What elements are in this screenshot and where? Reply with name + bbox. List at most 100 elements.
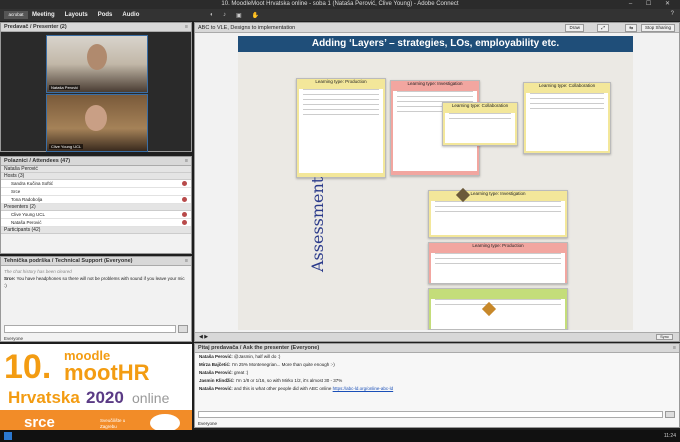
webcam-name: Nataša Perović (49, 85, 81, 90)
chat-text: great :) (234, 370, 249, 375)
previous-icon[interactable]: ◀ (199, 334, 203, 340)
attendee-name: Srce (11, 189, 21, 194)
chat-author: Nataša Perović: (199, 354, 233, 359)
active-speaker: Nataša Perović (1, 166, 191, 173)
presenters-group[interactable]: Presenters (2) (1, 204, 191, 211)
attendee-row[interactable]: Srce (1, 188, 191, 196)
attendee-row[interactable]: Clive Young UCL (1, 211, 191, 219)
handwritten-assessment: Assessment (308, 176, 327, 272)
window-titlebar: 10. MoodleMoot Hrvatska online - soba 1 … (0, 0, 680, 9)
learning-card: Learning type: Collaboration (442, 102, 518, 146)
help-icon[interactable]: ? (671, 11, 674, 17)
attendee-row[interactable]: Nataša Perović (1, 219, 191, 227)
ask-pod-header: Pitaj predavača / Ask the presenter (Eve… (195, 344, 679, 353)
card-title: Learning type: Production (315, 79, 367, 84)
attendees-pod-title: Polaznici / Attendees (47) (4, 158, 71, 164)
card-body (445, 113, 515, 143)
share-bottom-bar: ◀ ▶ Sync (195, 332, 679, 341)
card-body (526, 93, 608, 151)
support-pod-title: Tehnička podrška / Technical Support (Ev… (4, 258, 133, 264)
sync-button[interactable]: Sync (656, 334, 673, 340)
microphone-icon (182, 220, 187, 225)
microphone-icon (182, 212, 187, 217)
taskbar-clock: 11:24 (663, 433, 676, 439)
chat-scope[interactable]: Everyone (4, 336, 23, 341)
support-chat-pod: Tehnička podrška / Technical Support (Ev… (0, 256, 192, 342)
chat-text: I'm 1/8 or 1/16, so with Mirko 1/2, it's… (235, 378, 343, 383)
ask-input[interactable] (198, 411, 663, 418)
windows-start-icon[interactable] (4, 432, 12, 440)
microphone-icon (182, 197, 187, 202)
pod-options-icon[interactable]: ≡ (673, 344, 676, 353)
chat-link[interactable]: https://abc-ld.org/online-abc-ld (333, 386, 394, 391)
chat-message: Nataša Perović: great :) (195, 369, 679, 377)
chat-text: @Jasmin, half will do :) (234, 354, 281, 359)
chat-author: Nataša Perović: (199, 370, 233, 375)
fullscreen-icon[interactable]: ⤢ (597, 24, 609, 32)
ask-presenter-pod: Pitaj predavača / Ask the presenter (Eve… (194, 343, 680, 428)
pod-options-icon[interactable]: ≡ (185, 257, 188, 266)
attendee-name: Clive Young UCL (11, 212, 46, 217)
person-face (85, 105, 107, 131)
next-icon[interactable]: ▶ (204, 334, 208, 340)
window-controls[interactable]: – ☐ ✕ (629, 0, 676, 9)
learning-card: Learning type: Collaboration (523, 82, 611, 154)
taskbar: 11:24 (0, 430, 680, 442)
stop-sharing-button[interactable]: Stop Sharing (640, 24, 675, 32)
presenter-pod-header: Predavač / Presenter (2) ≡ (1, 23, 191, 32)
card-title: Learning type: Collaboration (538, 83, 596, 88)
banner-year: 2020 (86, 388, 124, 407)
draw-button[interactable]: Draw (565, 24, 584, 32)
card-title (429, 289, 567, 295)
chat-author: Srce: (4, 276, 16, 281)
presenter-pod-title: Predavač / Presenter (2) (4, 24, 67, 30)
attendees-pod-header: Polaznici / Attendees (47) ≡ (1, 157, 191, 166)
chat-history: The chat history has been cleared Srce: … (1, 266, 191, 291)
speaker-icon[interactable]: ◖ (209, 12, 213, 19)
chat-cleared-notice: The chat history has been cleared (4, 269, 72, 274)
learning-card: Learning type: Production (428, 242, 568, 284)
webcam-clive[interactable]: Clive Young UCL (46, 94, 148, 152)
webcam-name: Clive Young UCL (49, 144, 84, 149)
support-pod-header: Tehnička podrška / Technical Support (Ev… (1, 257, 191, 266)
microphone-icon (182, 181, 187, 186)
card-title: Learning type: Investigation (407, 81, 463, 86)
chat-message: Nataša Perović: @Jasmin, half will do :) (195, 353, 679, 361)
camera-icon[interactable]: ▣ (236, 12, 242, 19)
menu-audio[interactable]: Audio (122, 12, 139, 18)
microphone-icon[interactable]: ♪ (223, 12, 226, 19)
menu-pods[interactable]: Pods (98, 12, 113, 18)
send-button[interactable] (665, 411, 675, 418)
video-area: Nataša Perović Clive Young UCL (1, 32, 191, 152)
attendee-name: Nataša Perović (11, 220, 42, 225)
person-face (87, 44, 107, 70)
presenter-pod: Predavač / Presenter (2) ≡ Nataša Perovi… (0, 22, 192, 152)
send-button[interactable] (178, 325, 188, 333)
share-pod-title: ABC to VLE, Designs to implementation (198, 25, 296, 31)
chat-message: Nataša Perović: and this is what other p… (195, 385, 679, 393)
attendee-row[interactable]: Tona Radobolja (1, 196, 191, 204)
attendee-name: Tona Radobolja (11, 197, 43, 202)
srce-logo: srce (24, 414, 55, 431)
card-title: Learning type: Production (472, 243, 524, 248)
chat-input[interactable] (4, 325, 176, 333)
university-logo: Sveučilište u Zagrebu (100, 418, 126, 429)
banner-moothr: mootHR (64, 360, 150, 385)
whiteboard-photo: Learning type: Production Learning type:… (238, 52, 633, 330)
banner-number: 10. (4, 348, 52, 386)
menu-meeting[interactable]: Meeting (32, 12, 55, 18)
attendee-row[interactable]: Sandra Kučina Softić (1, 180, 191, 188)
participants-group[interactable]: Participants (42) (1, 227, 191, 234)
menu-layouts[interactable]: Layouts (65, 12, 88, 18)
webcam-natasa[interactable]: Nataša Perović (46, 35, 148, 93)
toggle-icon[interactable]: ⇆ (625, 24, 637, 32)
ask-pod-title: Pitaj predavača / Ask the presenter (Eve… (198, 345, 320, 351)
hosts-group[interactable]: Hosts (3) (1, 173, 191, 180)
chat-scope[interactable]: Everyone (198, 421, 217, 426)
raise-hand-icon[interactable]: ✋ (252, 12, 259, 19)
attendee-name: Sandra Kučina Softić (11, 181, 54, 186)
pod-options-icon[interactable]: ≡ (185, 23, 188, 32)
menu-bar: acrobat Meeting Layouts Pods Audio ◖ ♪ ▣… (0, 9, 680, 21)
pod-options-icon[interactable]: ≡ (185, 157, 188, 166)
shared-screen: Adding ‘Layers’ – strategies, LOs, emplo… (238, 36, 633, 330)
